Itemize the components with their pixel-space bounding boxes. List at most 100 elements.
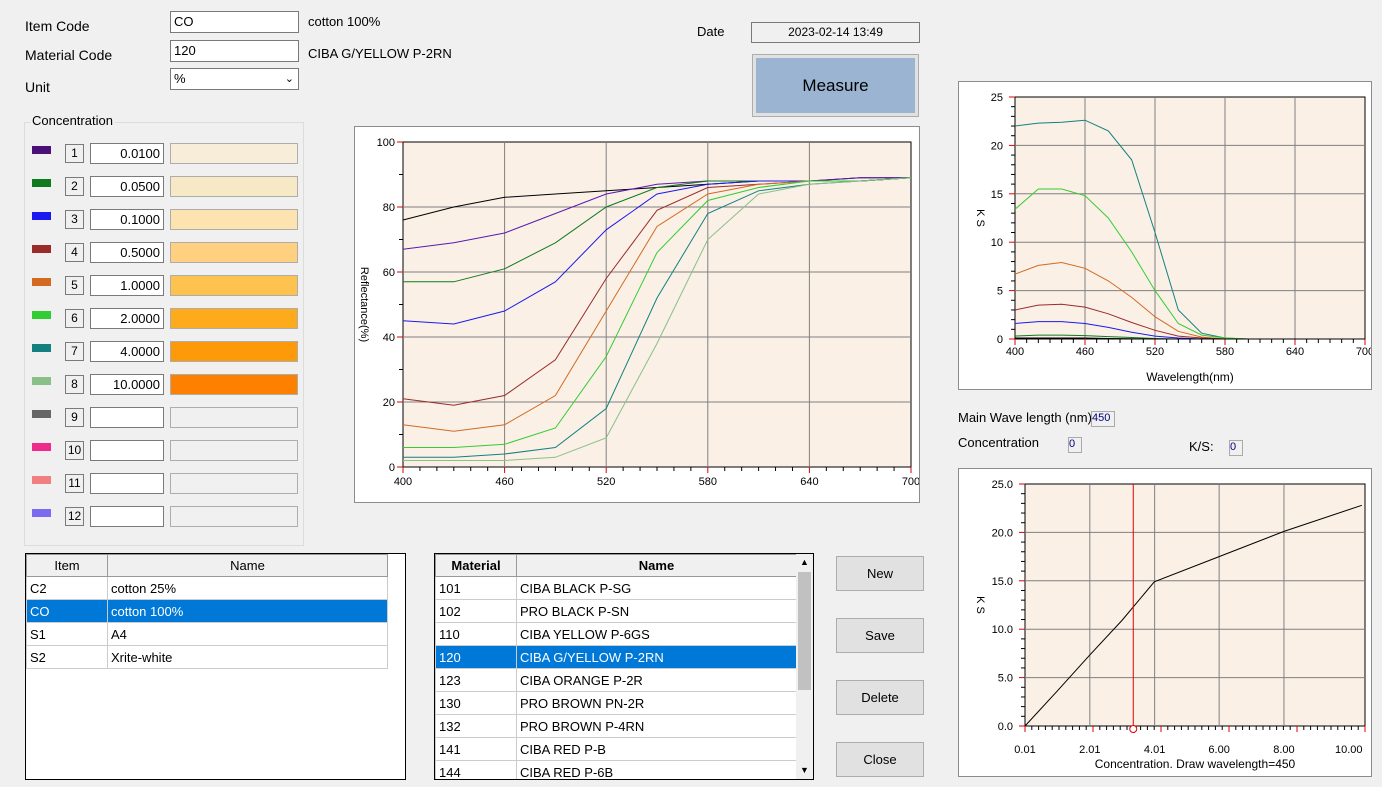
concentration-color-swatch xyxy=(170,275,298,296)
y-tick-label: 20.0 xyxy=(992,527,1013,539)
concentration-group-title: Concentration xyxy=(30,113,115,128)
item-name-cell[interactable]: A4 xyxy=(107,622,388,646)
material-name-cell[interactable]: CIBA YELLOW P-6GS xyxy=(516,622,797,646)
scroll-thumb[interactable] xyxy=(798,572,811,690)
item-code-cell[interactable]: S2 xyxy=(26,645,108,669)
material-name-cell[interactable]: PRO BROWN PN-2R xyxy=(516,691,797,715)
table-row[interactable]: 102 PRO BLACK P-SN xyxy=(435,599,797,623)
concentration-readout-value: 0 xyxy=(1068,437,1082,453)
item-table-header-name[interactable]: Name xyxy=(107,554,388,577)
item-name-cell[interactable]: cotton 100% xyxy=(107,599,388,623)
material-name-cell[interactable]: CIBA G/YELLOW P-2RN xyxy=(516,645,797,669)
table-row[interactable]: S2 Xrite-white xyxy=(26,645,388,669)
table-row[interactable]: 123 CIBA ORANGE P-2R xyxy=(435,668,797,692)
item-code-input[interactable]: CO xyxy=(170,11,299,33)
x-tick-label: 0.01 xyxy=(1014,744,1035,756)
new-button[interactable]: New xyxy=(836,556,924,591)
concentration-value-input[interactable] xyxy=(90,440,164,461)
x-tick-label: 640 xyxy=(800,476,818,488)
table-row[interactable]: 120 CIBA G/YELLOW P-2RN xyxy=(435,645,797,669)
material-code-cell[interactable]: 144 xyxy=(435,760,517,779)
x-tick-label: 460 xyxy=(1076,346,1094,358)
item-code-cell[interactable]: C2 xyxy=(26,576,108,600)
concentration-color-swatch xyxy=(170,473,298,494)
ks-wavelength-chart: 400 460 520 580 640 700 0 5 10 15 20 25 Wavelength(n… xyxy=(958,81,1374,390)
ks-concentration-chart-svg: 0.01 2.01 4.01 6.00 8.00 10.00 0.0 5.0 10.0 15.0 2… xyxy=(974,479,1366,771)
concentration-value-input[interactable]: 10.0000 xyxy=(90,374,164,395)
concentration-value-input[interactable]: 2.0000 xyxy=(90,308,164,329)
material-name-cell[interactable]: CIBA BLACK P-SG xyxy=(516,576,797,600)
measure-button-frame[interactable]: Measure xyxy=(752,54,919,117)
table-row[interactable]: 141 CIBA RED P-B xyxy=(435,737,797,761)
unit-select[interactable]: % ⌄ xyxy=(170,68,299,90)
concentration-color-swatch xyxy=(170,242,298,263)
close-button[interactable]: Close xyxy=(836,742,924,777)
table-row[interactable]: 110 CIBA YELLOW P-6GS xyxy=(435,622,797,646)
material-code-cell[interactable]: 123 xyxy=(435,668,517,692)
concentration-value-input[interactable] xyxy=(90,506,164,527)
material-name-cell[interactable]: CIBA RED P-6B xyxy=(516,760,797,779)
item-name-cell[interactable]: Xrite-white xyxy=(107,645,388,669)
table-row[interactable]: 144 CIBA RED P-6B xyxy=(435,760,797,779)
material-code-cell[interactable]: 102 xyxy=(435,599,517,623)
series-swatch xyxy=(32,344,51,352)
concentration-value-input[interactable] xyxy=(90,407,164,428)
x-tick-label: 460 xyxy=(495,476,513,488)
material-table-scrollbar[interactable]: ▲ ▼ xyxy=(796,554,813,779)
table-row[interactable]: C2 cotton 25% xyxy=(26,576,388,600)
delete-button[interactable]: Delete xyxy=(836,680,924,715)
scroll-up-icon[interactable]: ▲ xyxy=(796,554,813,571)
ks-readout-value: 0 xyxy=(1229,440,1243,456)
material-table-header-name[interactable]: Name xyxy=(516,554,797,577)
concentration-value-input[interactable]: 4.0000 xyxy=(90,341,164,362)
concentration-value-input[interactable]: 0.5000 xyxy=(90,242,164,263)
material-name-cell[interactable]: PRO BROWN P-4RN xyxy=(516,714,797,738)
material-code-cell[interactable]: 120 xyxy=(435,645,517,669)
concentration-value-input[interactable]: 1.0000 xyxy=(90,275,164,296)
concentration-index: 6 xyxy=(65,309,84,328)
table-row[interactable]: 101 CIBA BLACK P-SG xyxy=(435,576,797,600)
material-code-cell[interactable]: 110 xyxy=(435,622,517,646)
table-row[interactable]: S1 A4 xyxy=(26,622,388,646)
y-tick-label: 100 xyxy=(377,137,395,149)
material-name-cell[interactable]: CIBA ORANGE P-2R xyxy=(516,668,797,692)
table-row[interactable]: 130 PRO BROWN PN-2R xyxy=(435,691,797,715)
concentration-value-input[interactable] xyxy=(90,473,164,494)
material-code-input[interactable]: 120 xyxy=(170,40,299,62)
main-wave-input[interactable]: 450 xyxy=(1091,411,1115,427)
x-tick-label: 6.00 xyxy=(1208,744,1229,756)
measure-button[interactable]: Measure xyxy=(756,58,915,113)
item-code-cell[interactable]: S1 xyxy=(26,622,108,646)
save-button[interactable]: Save xyxy=(836,618,924,653)
x-axis-label: Wavelength(nm) xyxy=(1146,370,1234,384)
material-name-cell[interactable]: PRO BLACK P-SN xyxy=(516,599,797,623)
table-row[interactable]: CO cotton 100% xyxy=(26,599,388,623)
material-code-cell[interactable]: 101 xyxy=(435,576,517,600)
concentration-index: 5 xyxy=(65,276,84,295)
series-swatch xyxy=(32,377,51,385)
material-name-cell[interactable]: CIBA RED P-B xyxy=(516,737,797,761)
item-code-cell[interactable]: CO xyxy=(26,599,108,623)
ks-wavelength-chart-svg: 400 460 520 580 640 700 0 5 10 15 20 25 Wavelength(n… xyxy=(974,92,1374,384)
table-row[interactable]: 132 PRO BROWN P-4RN xyxy=(435,714,797,738)
material-code-description: CIBA G/YELLOW P-2RN xyxy=(308,46,452,61)
item-table-header-item[interactable]: Item xyxy=(26,554,108,577)
material-code-cell[interactable]: 141 xyxy=(435,737,517,761)
material-code-cell[interactable]: 132 xyxy=(435,714,517,738)
concentration-value-input[interactable]: 0.0500 xyxy=(90,176,164,197)
concentration-color-swatch xyxy=(170,209,298,230)
material-code-cell[interactable]: 130 xyxy=(435,691,517,715)
concentration-index: 7 xyxy=(65,342,84,361)
y-axis-label: K S xyxy=(974,596,986,614)
concentration-value-input[interactable]: 0.1000 xyxy=(90,209,164,230)
y-tick-label: 0.0 xyxy=(998,721,1013,733)
concentration-value-input[interactable]: 0.0100 xyxy=(90,143,164,164)
concentration-color-swatch xyxy=(170,176,298,197)
item-name-cell[interactable]: cotton 25% xyxy=(107,576,388,600)
concentration-index: 4 xyxy=(65,243,84,262)
ks-concentration-chart: 0.01 2.01 4.01 6.00 8.00 10.00 0.0 5.0 10.0 15.0 2… xyxy=(958,468,1372,777)
main-wave-label: Main Wave length (nm) xyxy=(958,410,1092,425)
scroll-down-icon[interactable]: ▼ xyxy=(796,762,813,779)
x-tick-label: 8.00 xyxy=(1273,744,1294,756)
material-table-header-material[interactable]: Material xyxy=(435,554,517,577)
